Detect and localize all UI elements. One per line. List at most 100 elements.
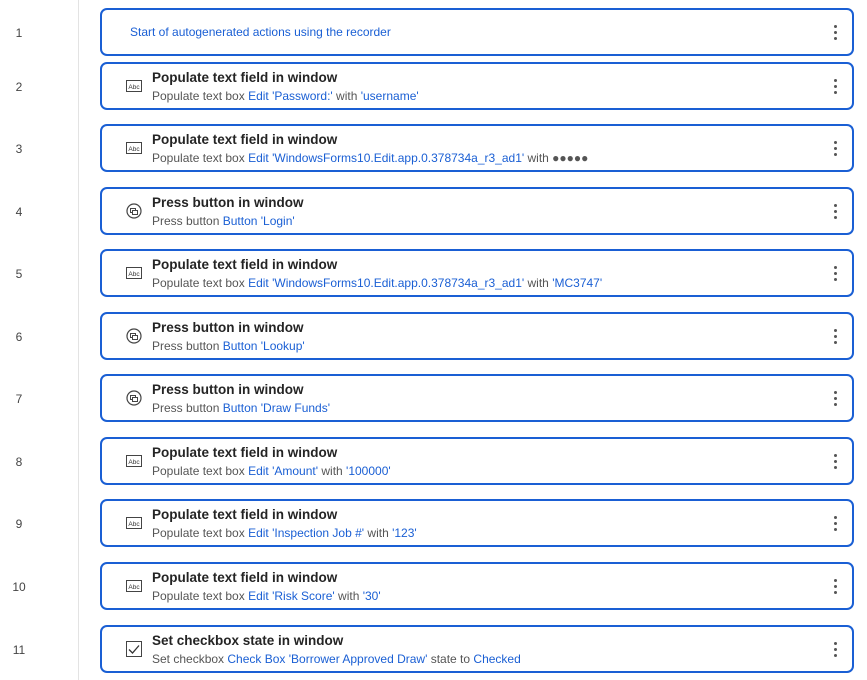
- flow-step-row: 2 Abc Populate text field in window Populat…: [0, 62, 867, 112]
- action-card[interactable]: Abc Populate text field in window Populate…: [100, 499, 854, 547]
- abc-textbox-icon: Abc: [126, 454, 142, 468]
- action-title: Populate text field in window: [152, 132, 338, 147]
- action-description-text: Populate text box: [152, 151, 249, 165]
- action-parameter-link[interactable]: Checked: [473, 652, 520, 666]
- abc-textbox-icon: Abc: [126, 516, 142, 530]
- action-parameter-link[interactable]: Edit 'Password:': [248, 89, 333, 103]
- flow-step-row: 11 Set checkbox state in window Set checkb…: [0, 625, 867, 675]
- press-button-icon: [126, 390, 142, 406]
- line-number: 8: [15, 455, 23, 469]
- action-description-text: Set checkbox: [152, 652, 228, 666]
- comment-action-card[interactable]: Start of autogenerated actions using the…: [100, 8, 854, 56]
- action-parameter-link[interactable]: Check Box 'Borrower Approved Draw': [227, 652, 427, 666]
- action-parameter-link[interactable]: Button 'Draw Funds': [223, 401, 330, 415]
- flow-step-row: 6 Press button in window Press button Butt…: [0, 312, 867, 362]
- action-description: Populate text box Edit 'WindowsForms10.E…: [152, 276, 602, 290]
- checkbox-checked-icon: [126, 641, 142, 657]
- action-parameter-link[interactable]: 'username': [361, 89, 419, 103]
- line-number: 4: [15, 205, 23, 219]
- action-parameter-link[interactable]: Button 'Lookup': [223, 339, 305, 353]
- action-description-text: Populate text box: [152, 464, 249, 478]
- flow-step-row: 8 Abc Populate text field in window Populat…: [0, 437, 867, 487]
- action-parameter-link[interactable]: Edit 'Inspection Job #': [248, 526, 364, 540]
- action-description-text: Populate text box: [152, 89, 249, 103]
- comment-text: Start of autogenerated actions using the…: [130, 25, 391, 39]
- svg-text:Abc: Abc: [128, 271, 140, 278]
- press-button-icon: [126, 203, 142, 219]
- action-description-text: state to: [427, 652, 474, 666]
- action-card[interactable]: Press button in window Press button Butto…: [100, 187, 854, 235]
- action-parameter-link[interactable]: '100000': [346, 464, 391, 478]
- svg-text:Abc: Abc: [128, 459, 140, 466]
- action-description-text: Press button: [152, 339, 223, 353]
- more-options-icon[interactable]: [828, 73, 842, 99]
- action-card[interactable]: Press button in window Press button Butto…: [100, 374, 854, 422]
- abc-textbox-icon: Abc: [126, 579, 142, 593]
- action-card[interactable]: Abc Populate text field in window Populate…: [100, 249, 854, 297]
- abc-textbox-icon: Abc: [126, 79, 142, 93]
- action-card[interactable]: Abc Populate text field in window Populate…: [100, 562, 854, 610]
- action-title: Populate text field in window: [152, 445, 338, 460]
- action-title: Press button in window: [152, 382, 304, 397]
- more-options-icon[interactable]: [828, 19, 842, 45]
- action-card[interactable]: Abc Populate text field in window Populate…: [100, 124, 854, 172]
- action-parameter-link[interactable]: Edit 'WindowsForms10.Edit.app.0.378734a_…: [248, 151, 524, 165]
- action-title: Populate text field in window: [152, 257, 338, 272]
- action-description-text: Press button: [152, 214, 223, 228]
- action-card[interactable]: Abc Populate text field in window Populate…: [100, 437, 854, 485]
- action-title: Set checkbox state in window: [152, 633, 344, 648]
- more-options-icon[interactable]: [828, 135, 842, 161]
- abc-textbox-icon: Abc: [126, 141, 142, 155]
- more-options-icon[interactable]: [828, 573, 842, 599]
- action-card[interactable]: Abc Populate text field in window Populate…: [100, 62, 854, 110]
- action-description: Set checkbox Check Box 'Borrower Approve…: [152, 652, 521, 666]
- action-description-text: with ●●●●●: [524, 151, 589, 165]
- more-options-icon[interactable]: [828, 636, 842, 662]
- action-parameter-link[interactable]: '30': [363, 589, 381, 603]
- flow-step-row: 10 Abc Populate text field in window Popula…: [0, 562, 867, 612]
- more-options-icon[interactable]: [828, 198, 842, 224]
- action-parameter-link[interactable]: '123': [392, 526, 417, 540]
- action-title: Press button in window: [152, 195, 304, 210]
- svg-text:Abc: Abc: [128, 84, 140, 91]
- action-card[interactable]: Set checkbox state in window Set checkbox…: [100, 625, 854, 673]
- line-number: 10: [12, 580, 26, 594]
- svg-text:Abc: Abc: [128, 521, 140, 528]
- svg-text:Abc: Abc: [128, 584, 140, 591]
- line-number: 2: [15, 80, 23, 94]
- action-description-text: with: [318, 464, 347, 478]
- flow-step-row: 4 Press button in window Press button Butt…: [0, 187, 867, 237]
- action-description: Press button Button 'Lookup': [152, 339, 305, 353]
- action-description-text: Press button: [152, 401, 223, 415]
- action-description-text: with: [334, 589, 363, 603]
- action-parameter-link[interactable]: Edit 'Amount': [248, 464, 318, 478]
- action-parameter-link[interactable]: 'MC3747': [552, 276, 602, 290]
- action-parameter-link[interactable]: Edit 'Risk Score': [248, 589, 335, 603]
- svg-text:Abc: Abc: [128, 146, 140, 153]
- action-description: Populate text box Edit 'Inspection Job #…: [152, 526, 417, 540]
- more-options-icon[interactable]: [828, 385, 842, 411]
- action-description: Populate text box Edit 'Amount' with '10…: [152, 464, 391, 478]
- action-description: Populate text box Edit 'Risk Score' with…: [152, 589, 381, 603]
- more-options-icon[interactable]: [828, 448, 842, 474]
- line-number: 5: [15, 267, 23, 281]
- abc-textbox-icon: Abc: [126, 266, 142, 280]
- line-number: 7: [15, 392, 23, 406]
- action-description-text: with: [524, 276, 553, 290]
- action-description: Populate text box Edit 'Password:' with …: [152, 89, 419, 103]
- action-title: Press button in window: [152, 320, 304, 335]
- action-card[interactable]: Press button in window Press button Butto…: [100, 312, 854, 360]
- action-parameter-link[interactable]: Button 'Login': [223, 214, 295, 228]
- line-number: 11: [12, 643, 26, 657]
- more-options-icon[interactable]: [828, 510, 842, 536]
- action-description-text: Populate text box: [152, 589, 249, 603]
- action-description: Press button Button 'Login': [152, 214, 295, 228]
- flow-step-row: 5 Abc Populate text field in window Populat…: [0, 249, 867, 299]
- line-number: 6: [15, 330, 23, 344]
- more-options-icon[interactable]: [828, 260, 842, 286]
- action-description-text: Populate text box: [152, 276, 249, 290]
- line-number: 1: [15, 26, 23, 40]
- action-parameter-link[interactable]: Edit 'WindowsForms10.Edit.app.0.378734a_…: [248, 276, 524, 290]
- action-title: Populate text field in window: [152, 507, 338, 522]
- more-options-icon[interactable]: [828, 323, 842, 349]
